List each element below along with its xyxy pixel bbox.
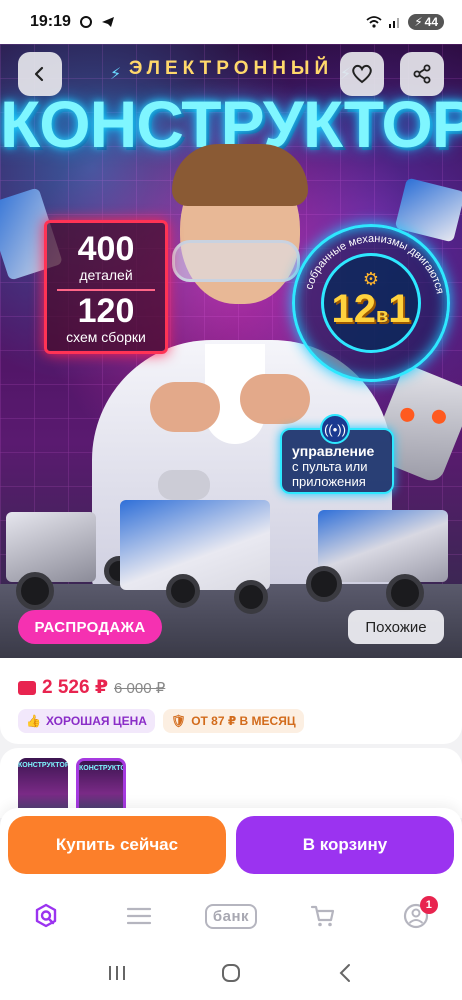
installment-chip[interactable]: 🛡 ОТ 87 ₽ В МЕСЯЦ (162, 709, 304, 733)
bank-label: банк (204, 903, 258, 929)
wheel (234, 580, 268, 614)
boy-hair (172, 144, 308, 206)
nav-profile[interactable]: 1 (386, 894, 446, 938)
price-row: 2 526 ₽ 6 000 ₽ (18, 676, 444, 699)
gear-icon: ⚙ (362, 268, 380, 289)
wheel (166, 574, 200, 608)
purchase-actions: Купить сейчас В корзину (0, 808, 462, 886)
battery-charging-icon: ⚡ (414, 15, 423, 29)
wifi-icon (366, 16, 382, 28)
nav-search[interactable] (16, 894, 76, 938)
product-image[interactable]: ⚡ ЭЛЕКТРОННЫЙ ⚡ КОНСТРУКТОР 400 деталей … (0, 44, 462, 658)
wheel (386, 574, 424, 612)
wireless-signal-icon: ((•)) (320, 414, 350, 444)
status-time: 19:19 (30, 13, 71, 30)
recent-apps-button[interactable] (97, 953, 137, 993)
search-icon (35, 903, 57, 928)
installment-label: ОТ 87 ₽ В МЕСЯЦ (191, 714, 296, 728)
back-button[interactable] (18, 52, 62, 96)
twelve-in-one-badge: собранные механизмы двигаются ⚙ 12в1 (292, 224, 450, 382)
cart-icon (311, 905, 335, 927)
thumbnail-caption: КОНСТРУКТОР (79, 765, 126, 772)
left-hand (150, 382, 220, 432)
wallet-icon (18, 680, 36, 695)
signal-icon (389, 18, 400, 28)
share-icon (413, 64, 431, 84)
circle-main-text: 12в1 (331, 286, 411, 331)
heart-icon (352, 64, 372, 84)
stat-schemes-label: схем сборки (66, 329, 146, 345)
stats-box: 400 деталей 120 схем сборки (44, 220, 168, 354)
circle-inner: ⚙ 12в1 (321, 253, 421, 353)
old-price: 6 000 ₽ (114, 679, 166, 697)
wheel (306, 566, 342, 602)
stat-schemes-number: 120 (77, 292, 135, 330)
control-line2: приложения (292, 474, 366, 489)
similar-button[interactable]: Похожие (348, 610, 444, 644)
battery-level: 44 (424, 15, 438, 29)
stat-parts-label: деталей (79, 267, 133, 283)
chat-bubble-icon (79, 16, 92, 28)
shield-icon: 🛡 (170, 714, 187, 728)
sale-tag: РАСПРОДАЖА (18, 610, 162, 644)
back-icon (34, 66, 44, 82)
control-line1: с пульта или (292, 459, 368, 474)
nav-cart[interactable] (293, 894, 353, 938)
stat-parts-number: 400 (77, 230, 135, 268)
price-chips: 👍 ХОРОШАЯ ЦЕНА 🛡 ОТ 87 ₽ В МЕСЯЦ (18, 709, 444, 733)
stat-divider (57, 289, 155, 291)
telegram-icon (101, 17, 114, 27)
bottom-navigation: банк 1 (0, 886, 462, 946)
system-back-icon (339, 964, 350, 982)
nav-catalog[interactable] (109, 894, 169, 938)
favorite-button[interactable] (340, 52, 384, 96)
system-navigation (0, 946, 462, 1000)
home-button[interactable] (211, 953, 251, 993)
robot-bottom-left (6, 512, 96, 582)
nav-bank[interactable]: банк (201, 894, 261, 938)
add-to-cart-button[interactable]: В корзину (236, 816, 454, 874)
thumbs-up-icon: 👍 (26, 714, 41, 728)
share-button[interactable] (400, 52, 444, 96)
hero-subtitle: ЭЛЕКТРОННЫЙ (128, 58, 334, 79)
wheel (16, 572, 54, 610)
good-price-chip[interactable]: 👍 ХОРОШАЯ ЦЕНА (18, 709, 155, 733)
home-icon (222, 964, 240, 982)
safety-goggles (172, 240, 300, 282)
notification-badge: 1 (419, 896, 438, 914)
robot-center (120, 500, 270, 590)
price-card: 2 526 ₽ 6 000 ₽ 👍 ХОРОШАЯ ЦЕНА 🛡 ОТ 87 ₽… (0, 658, 462, 744)
buy-now-button[interactable]: Купить сейчас (8, 816, 226, 874)
recent-apps-icon (109, 966, 125, 980)
current-price: 2 526 ₽ (42, 677, 109, 698)
menu-icon (126, 907, 151, 925)
system-back-button[interactable] (325, 953, 365, 993)
sensor-eyes (158, 470, 210, 500)
product-screen: 19:19 ⚡ 44 ⚡ ЭЛЕКТРОННЫЙ ⚡ КОНСТРУКТОР (0, 0, 462, 1000)
thumbnail-caption: КОНСТРУКТОР (18, 762, 68, 769)
good-price-label: ХОРОШАЯ ЦЕНА (45, 714, 147, 728)
control-title: управление (292, 443, 375, 459)
status-bar: 19:19 ⚡ 44 (0, 0, 462, 44)
battery-indicator: ⚡ 44 (408, 14, 444, 30)
